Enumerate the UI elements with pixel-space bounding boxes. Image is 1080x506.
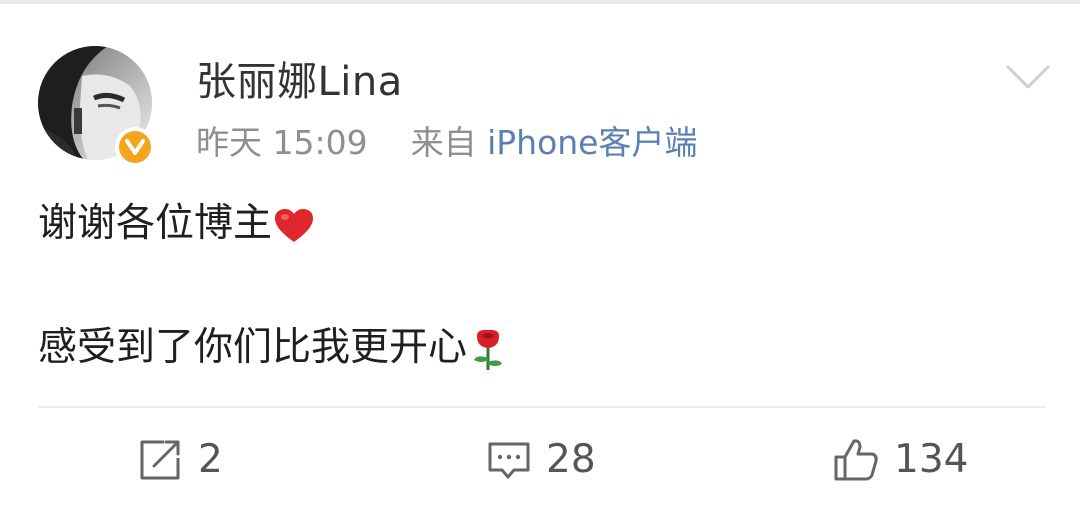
post-text: 感受到了你们比我更开心 bbox=[38, 325, 468, 370]
source-app-link[interactable]: iPhone客户端 bbox=[487, 123, 697, 162]
chevron-down-icon bbox=[1006, 65, 1050, 89]
post-meta: 昨天 15:09 来自 iPhone客户端 bbox=[196, 120, 698, 166]
source-prefix: 来自 bbox=[410, 123, 477, 162]
heart-icon bbox=[275, 208, 314, 242]
post-content-line: 谢谢各位博主 bbox=[38, 198, 314, 250]
post-content-line: 感受到了你们比我更开心 bbox=[38, 322, 507, 374]
repost-button[interactable]: 2 bbox=[138, 434, 223, 486]
comment-count: 28 bbox=[546, 437, 596, 482]
rose-icon bbox=[474, 329, 503, 370]
weibo-post-card: 张丽娜Lina 昨天 15:09 来自 iPhone客户端 谢谢各位博主 感受到… bbox=[0, 0, 1080, 506]
repost-icon bbox=[140, 440, 180, 480]
thumbs-up-icon bbox=[834, 439, 878, 481]
divider bbox=[38, 406, 1046, 408]
username[interactable]: 张丽娜Lina bbox=[196, 56, 403, 108]
more-options-button[interactable] bbox=[1004, 60, 1052, 94]
like-button[interactable]: 134 bbox=[832, 434, 968, 486]
like-count: 134 bbox=[894, 437, 969, 482]
comment-button[interactable]: 28 bbox=[486, 434, 596, 486]
comment-icon bbox=[488, 442, 530, 479]
post-text: 谢谢各位博主 bbox=[38, 201, 273, 246]
repost-count: 2 bbox=[198, 437, 223, 482]
post-time: 昨天 15:09 bbox=[196, 123, 368, 162]
verified-badge-icon bbox=[115, 127, 155, 167]
